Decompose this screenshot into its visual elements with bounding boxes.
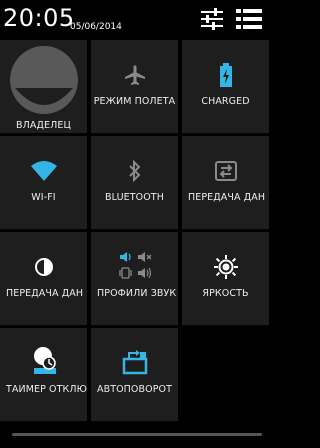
auto-rotate-icon [91, 350, 178, 376]
tile-data-transfer-label: ПЕРЕДАЧА ДАН [188, 192, 266, 203]
tile-airplane-mode[interactable]: РЕЖИМ ПОЛЕТА [91, 40, 178, 133]
tile-sound-profiles[interactable]: ПРОФИЛИ ЗВУК [91, 232, 178, 325]
tile-auto-rotate-label: АВТОПОВОРОТ [96, 384, 173, 395]
tile-screen-timeout-label: ТАЙМЕР ОТКЛЮ [6, 384, 87, 395]
battery-charging-icon [182, 62, 269, 88]
tile-battery[interactable]: CHARGED [182, 40, 269, 133]
tile-brightness-label: ЯРКОСТЬ [202, 288, 249, 299]
tile-screen-timeout[interactable]: ТАЙМЕР ОТКЛЮ [0, 328, 87, 421]
tile-data-saver-label: ПЕРЕДАЧА ДАН [6, 288, 84, 299]
tile-owner-label: ВЛАДЕЛЕЦ [16, 120, 71, 131]
avatar-icon [0, 42, 87, 120]
drag-handle-bar[interactable] [12, 433, 262, 436]
tile-data-transfer[interactable]: ПЕРЕДАЧА ДАН [182, 136, 269, 229]
data-transfer-icon [182, 158, 269, 184]
list-icon[interactable] [236, 8, 262, 30]
clock-time: 20:05 [3, 4, 75, 32]
tile-owner[interactable]: ВЛАДЕЛЕЦ [0, 40, 87, 133]
tile-wifi-label: WI-FI [31, 192, 56, 203]
wifi-icon [0, 158, 87, 184]
data-saver-icon [0, 254, 87, 280]
tile-data-saver[interactable]: ПЕРЕДАЧА ДАН [0, 232, 87, 325]
tile-auto-rotate[interactable]: АВТОПОВОРОТ [91, 328, 178, 421]
tile-bluetooth[interactable]: BLUETOOTH [91, 136, 178, 229]
tile-battery-label: CHARGED [201, 96, 250, 107]
screen-timeout-icon [0, 344, 87, 378]
tile-wifi[interactable]: WI-FI [0, 136, 87, 229]
sound-profiles-icon [91, 250, 178, 282]
tile-airplane-label: РЕЖИМ ПОЛЕТА [93, 96, 176, 107]
tile-brightness[interactable]: ЯРКОСТЬ [182, 232, 269, 325]
brightness-icon [182, 254, 269, 280]
tile-sound-profiles-label: ПРОФИЛИ ЗВУК [97, 288, 177, 299]
tile-bluetooth-label: BLUETOOTH [105, 192, 164, 203]
clock-date: 05/06/2014 [70, 22, 122, 32]
bluetooth-icon [91, 158, 178, 184]
sliders-icon[interactable] [200, 8, 224, 30]
airplane-icon [91, 62, 178, 88]
status-header: 20:05 05/06/2014 [0, 0, 269, 38]
